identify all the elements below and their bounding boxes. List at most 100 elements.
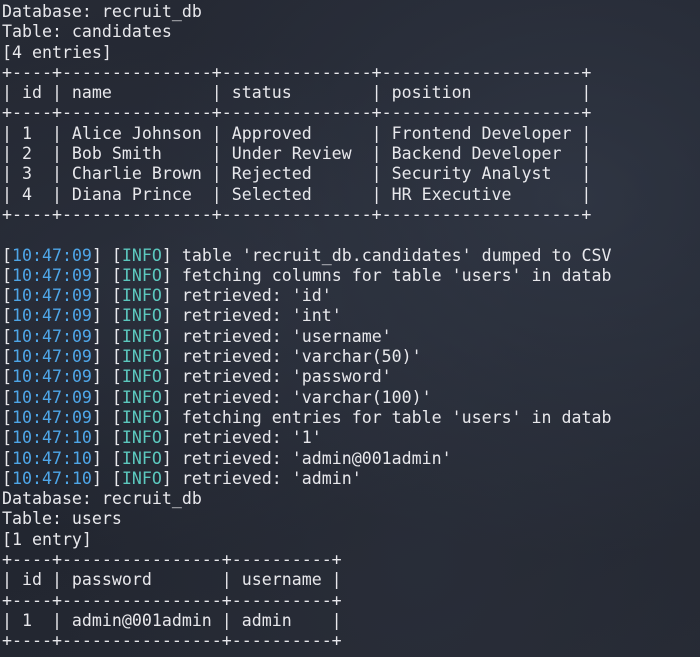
bracket: ] [ [91, 448, 122, 468]
bracket: [ [2, 306, 12, 326]
bracket: ] [161, 387, 182, 407]
log-timestamp: 10:47:09 [12, 367, 92, 387]
log-timestamp: 10:47:09 [12, 387, 92, 407]
log-timestamp: 10:47:09 [12, 407, 92, 427]
log-line: [10:47:09] [INFO] retrieved: 'varchar(50… [2, 347, 611, 367]
log-line: [10:47:09] [INFO] retrieved: 'username' [2, 327, 611, 347]
log-level: INFO [121, 326, 162, 346]
log-message: retrieved: '1' [181, 428, 322, 448]
bracket: [ [2, 367, 12, 387]
terminal-output: Database: recruit_db Table: candidates [4 … [2, 2, 611, 652]
log-timestamp: 10:47:09 [12, 306, 92, 326]
bracket: [ [2, 265, 12, 285]
bracket: [ [2, 468, 12, 488]
log-message: retrieved: 'password' [181, 367, 392, 387]
output-line: Database: recruit_db [2, 2, 202, 21]
bracket: ] [ [91, 306, 122, 326]
terminal-window[interactable]: Database: recruit_db Table: candidates [4 … [0, 0, 700, 657]
bracket: ] [161, 468, 182, 488]
bracket: ] [ [91, 265, 122, 285]
bracket: [ [2, 347, 12, 367]
table-row: | 2 | Bob Smith | Under Review | Backend… [2, 144, 592, 164]
bracket: [ [2, 448, 12, 468]
log-message: retrieved: 'int' [181, 306, 342, 326]
bracket: ] [ [91, 468, 122, 488]
bracket: ] [161, 448, 182, 468]
log-message: fetching columns for table 'users' in da… [181, 265, 612, 285]
log-line: [10:47:10] [INFO] retrieved: '1' [2, 428, 611, 448]
log-line: [10:47:09] [INFO] retrieved: 'varchar(10… [2, 388, 611, 408]
bracket: [ [2, 428, 12, 448]
log-level: INFO [121, 468, 162, 488]
log-timestamp: 10:47:09 [12, 265, 92, 285]
log-timestamp: 10:47:09 [12, 245, 92, 265]
log-line: [10:47:09] [INFO] table 'recruit_db.cand… [2, 246, 611, 266]
table-row: | id | name | status | position | [2, 83, 592, 103]
log-line: [10:47:09] [INFO] retrieved: 'id' [2, 286, 611, 306]
output-line: Table: candidates [2, 22, 172, 42]
table-row: +----+----------------+----------+ [2, 631, 342, 651]
log-message: retrieved: 'id' [181, 286, 332, 306]
bracket: [ [2, 387, 12, 407]
bracket: ] [161, 428, 182, 448]
log-message: retrieved: 'admin' [181, 468, 362, 488]
log-level: INFO [121, 428, 162, 448]
table-row: +----+---------------+---------------+--… [2, 204, 592, 224]
log-timestamp: 10:47:10 [12, 468, 92, 488]
log-line: [10:47:09] [INFO] fetching entries for t… [2, 408, 611, 428]
log-line: [10:47:10] [INFO] retrieved: 'admin' [2, 469, 611, 489]
log-timestamp: 10:47:09 [12, 326, 92, 346]
log-message: fetching entries for table 'users' in da… [181, 407, 612, 427]
bracket: ] [ [91, 245, 122, 265]
bracket: ] [161, 286, 182, 306]
log-level: INFO [121, 245, 162, 265]
table-row: | 1 | admin@001admin | admin | [2, 610, 342, 630]
log-message: retrieved: 'varchar(50)' [181, 347, 422, 367]
log-level: INFO [121, 306, 162, 326]
log-message: retrieved: 'admin@001admin' [181, 448, 452, 468]
log-line: [10:47:09] [INFO] fetching columns for t… [2, 266, 611, 286]
log-message: table 'recruit_db.candidates' dumped to … [181, 245, 612, 265]
log-message: retrieved: 'varchar(100)' [181, 387, 432, 407]
bracket: ] [161, 265, 182, 285]
bracket: ] [ [91, 347, 122, 367]
bracket: ] [161, 326, 182, 346]
table-row: | 4 | Diana Prince | Selected | HR Execu… [2, 184, 592, 204]
log-line: [10:47:09] [INFO] retrieved: 'int' [2, 306, 611, 326]
bracket: ] [161, 306, 182, 326]
table-row: | 1 | Alice Johnson | Approved | Fronten… [2, 123, 592, 143]
log-level: INFO [121, 448, 162, 468]
log-level: INFO [121, 367, 162, 387]
output-line: [4 entries] [2, 42, 112, 62]
log-level: INFO [121, 347, 162, 367]
bracket: ] [ [91, 428, 122, 448]
table-row: +----+---------------+---------------+--… [2, 62, 592, 82]
bracket: [ [2, 326, 12, 346]
table-row: +----+----------------+----------+ [2, 590, 342, 610]
bracket: ] [ [91, 407, 122, 427]
bracket: ] [ [91, 286, 122, 306]
log-line: [10:47:10] [INFO] retrieved: 'admin@001a… [2, 449, 611, 469]
table-row: | 3 | Charlie Brown | Rejected | Securit… [2, 164, 592, 184]
bracket: [ [2, 286, 12, 306]
log-level: INFO [121, 387, 162, 407]
log-level: INFO [121, 407, 162, 427]
output-line: [1 entry] [2, 529, 92, 549]
bracket: ] [161, 367, 182, 387]
log-timestamp: 10:47:09 [12, 286, 92, 306]
bracket: ] [ [91, 367, 122, 387]
table-row: | id | password | username | [2, 570, 342, 590]
log-message: retrieved: 'username' [181, 326, 392, 346]
log-level: INFO [121, 265, 162, 285]
table-row: +----+----------------+----------+ [2, 550, 342, 570]
bracket: ] [161, 245, 182, 265]
log-line: [10:47:09] [INFO] retrieved: 'password' [2, 367, 611, 387]
log-timestamp: 10:47:09 [12, 347, 92, 367]
log-level: INFO [121, 286, 162, 306]
bracket: ] [ [91, 326, 122, 346]
output-line: Table: users [2, 509, 122, 529]
bracket: [ [2, 245, 12, 265]
table-row: +----+---------------+---------------+--… [2, 103, 592, 123]
bracket: ] [161, 407, 182, 427]
